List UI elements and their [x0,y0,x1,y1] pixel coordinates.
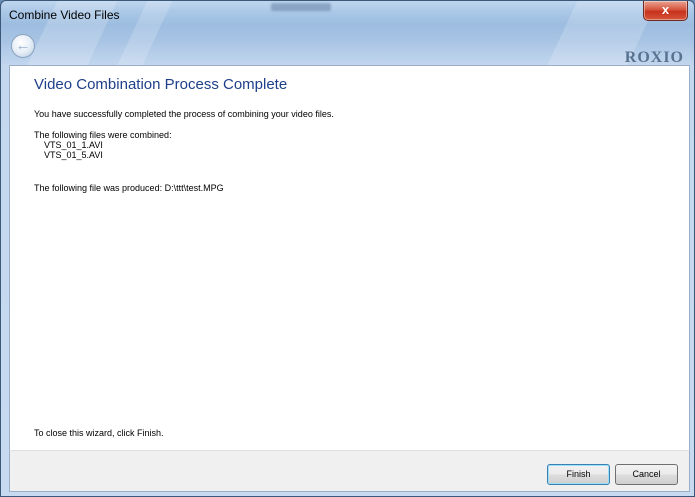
content-panel: Video Combination Process Complete You h… [9,65,690,450]
button-bar: Finish Cancel [9,450,690,492]
back-button[interactable]: ← [11,34,35,58]
close-icon: x [661,2,670,17]
wizard-window: Combine Video Files x ← ROXIO Video Comb… [0,0,695,497]
cancel-button[interactable]: Cancel [615,464,678,485]
window-title: Combine Video Files [9,8,120,22]
back-arrow-icon: ← [15,37,31,54]
close-hint: To close this wizard, click Finish. [34,428,164,438]
success-message: You have successfully completed the proc… [34,109,334,119]
page-heading: Video Combination Process Complete [34,76,288,93]
produced-file-label: The following file was produced: D:\ttt\… [34,183,224,193]
title-bar[interactable]: Combine Video Files x [1,1,694,29]
combined-file-item: VTS_01_5.AVI [44,150,103,160]
finish-button[interactable]: Finish [547,464,610,485]
logo-text: ROXIO [624,49,684,66]
close-button[interactable]: x [643,1,688,21]
background-window-blur [271,3,331,11]
